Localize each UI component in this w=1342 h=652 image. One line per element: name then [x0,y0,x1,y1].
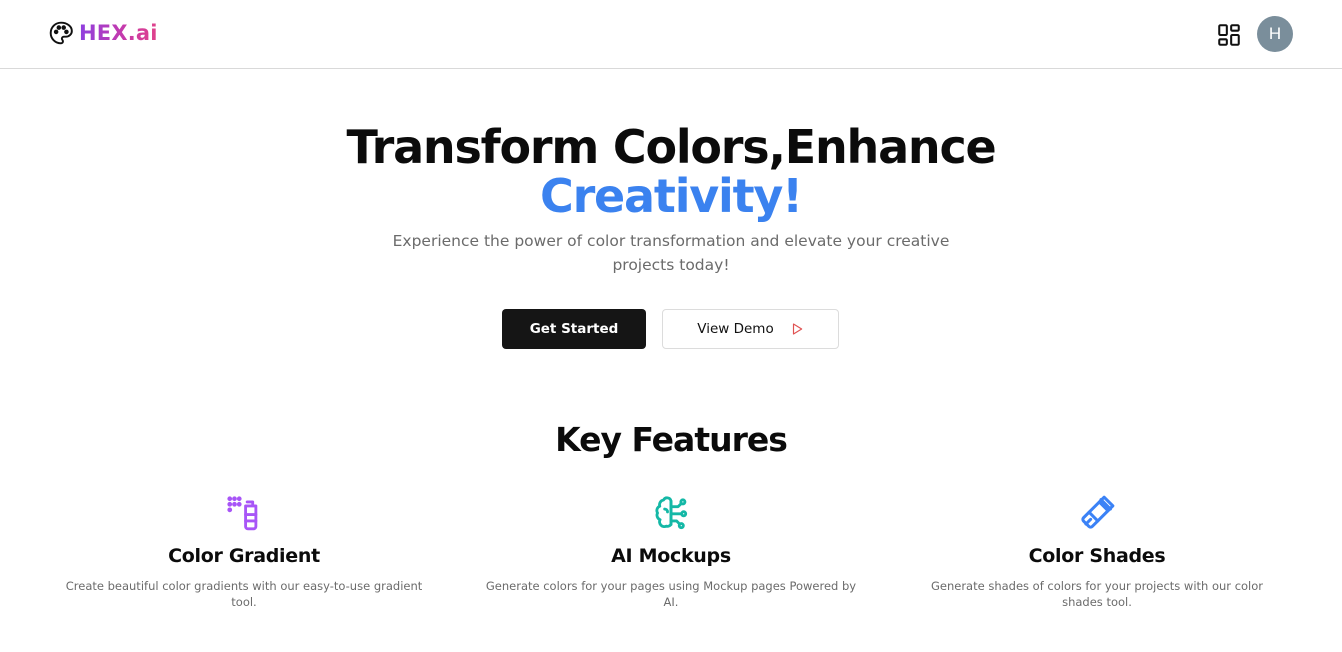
user-avatar[interactable]: H [1257,16,1293,52]
feature-title: Color Gradient [168,545,320,567]
top-navbar: HEX.ai H [0,0,1342,69]
paintbrush-icon [1081,495,1115,529]
brain-circuit-icon [655,496,688,530]
spray-bottle-icon [227,496,258,531]
view-demo-button[interactable]: View Demo [662,309,839,349]
brand-name: HEX.ai [79,21,158,45]
apps-grid-icon[interactable] [1216,22,1242,48]
hero-title: Transform Colors,Enhance [346,120,996,174]
avatar-initial: H [1268,24,1282,43]
feature-description: Generate shades of colors for your proje… [930,579,1264,609]
feature-card-color-shades: Color Shades Generate shades of colors f… [916,494,1278,610]
feature-description: Create beautiful color gradients with ou… [65,579,423,609]
brand-logo[interactable]: HEX.ai [48,20,158,46]
key-features-heading: Key Features [555,420,788,459]
get-started-button[interactable]: Get Started [502,309,646,349]
view-demo-label: View Demo [697,321,774,337]
hero-subtitle: Experience the power of color transforma… [392,232,950,274]
hero-title-highlight: Creativity! [540,169,803,223]
feature-card-color-gradient: Color Gradient Create beautiful color gr… [52,494,436,610]
feature-title: AI Mockups [611,545,731,567]
play-icon [792,323,802,335]
get-started-label: Get Started [529,321,619,337]
feature-title: Color Shades [1028,545,1166,567]
feature-card-ai-mockups: AI Mockups Generate colors for your page… [481,494,861,610]
palette-icon [49,21,73,45]
feature-description: Generate colors for your pages using Moc… [485,579,857,609]
